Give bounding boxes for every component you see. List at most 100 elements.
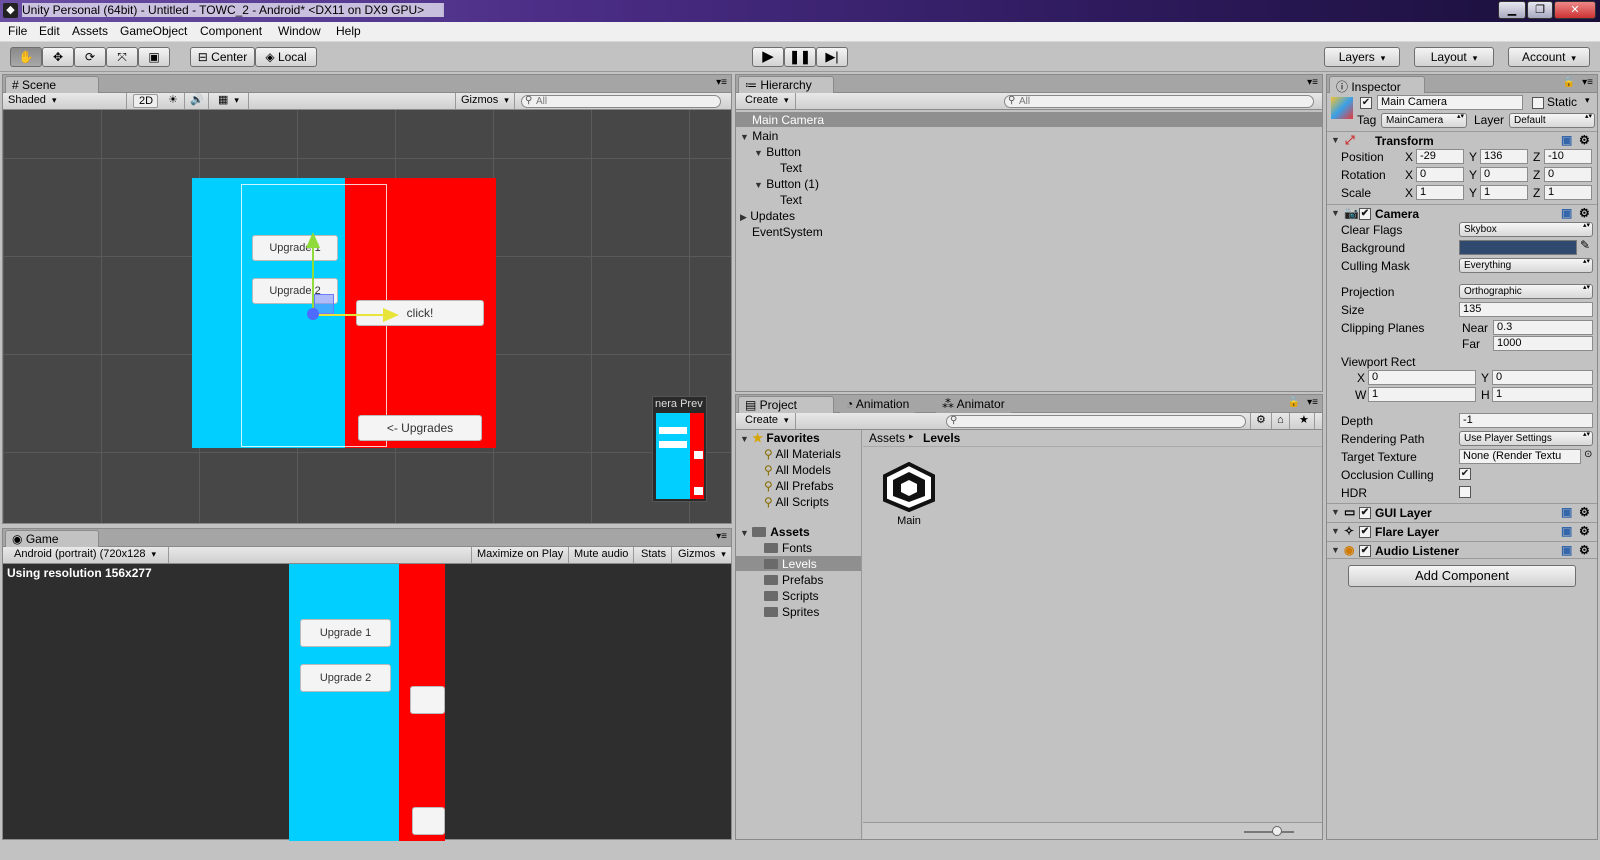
rendering-path-dropdown[interactable]: Use Player Settings [1459,431,1593,446]
position-y-field[interactable]: 136 [1480,149,1528,164]
hierarchy-item-button-1[interactable]: ▼ Button (1) [754,177,819,191]
rect-tool-icon[interactable]: ▣ [138,47,170,67]
gui-layer-checkbox[interactable]: ✔ [1359,507,1371,519]
collapse-triangle-icon[interactable]: ▶ [740,212,747,222]
scene-gizmos-dropdown[interactable]: Gizmos [455,93,515,109]
tab-animation[interactable]: ◔ Animation [840,396,916,413]
near-field[interactable]: 0.3 [1493,320,1593,335]
hdr-checkbox[interactable] [1459,486,1471,498]
scale-z-field[interactable]: 1 [1544,185,1592,200]
tab-game[interactable]: ◉ Game [5,530,99,547]
scene-upgrade1-button[interactable]: Upgrade 1 [252,235,338,261]
help-icon[interactable]: ▣ [1561,206,1572,220]
folder-prefabs[interactable]: Prefabs [764,573,823,587]
size-field[interactable]: 135 [1459,302,1593,317]
clear-flags-dropdown[interactable]: Skybox [1459,222,1593,237]
project-search-input[interactable] [946,415,1246,428]
lighting-icon[interactable]: ☀ [163,93,185,109]
zoom-slider[interactable] [1244,831,1294,833]
hierarchy-item-text[interactable]: Text [780,161,802,175]
tag-dropdown[interactable]: MainCamera [1381,113,1467,128]
inspector-menu-icon[interactable]: ▾≡ [1582,77,1593,88]
expand-triangle-icon[interactable]: ▼ [740,132,749,142]
rotation-x-field[interactable]: 0 [1416,167,1464,182]
audio-icon[interactable]: 🔊 [185,93,209,109]
inspector-lock-icon[interactable]: 🔒 [1563,77,1575,88]
background-color-field[interactable] [1459,240,1577,255]
shading-mode-dropdown[interactable]: Shaded [3,93,127,109]
maximize-button[interactable]: ❐ [1527,1,1553,19]
scene-click-button[interactable]: click! [356,300,484,326]
effects-icon[interactable]: ▦ [213,93,249,109]
rotation-y-field[interactable]: 0 [1480,167,1528,182]
assets-header[interactable]: ▼ Assets [740,525,810,539]
menu-component[interactable]: Component [200,24,262,38]
pivot-local-button[interactable]: ◈ Local [255,47,317,67]
flare-layer-header[interactable]: ▼ ✧ ✔ Flare Layer ▣ ⚙ [1327,522,1597,540]
breadcrumb-assets[interactable]: Assets [869,431,905,445]
tab-hierarchy[interactable]: ≔ Hierarchy [738,76,834,93]
help-icon[interactable]: ▣ [1561,133,1572,147]
object-name-field[interactable]: Main Camera [1377,95,1523,110]
flare-layer-checkbox[interactable]: ✔ [1359,526,1371,538]
resolution-dropdown[interactable]: Android (portrait) (720x128 [9,547,169,563]
game-panel-menu-icon[interactable]: ▾≡ [716,531,727,542]
rotate-tool-icon[interactable]: ⟳ [74,47,106,67]
settings-gear-icon[interactable]: ⚙ [1579,543,1590,557]
hierarchy-search-input[interactable]: All [1004,95,1314,108]
expand-triangle-icon[interactable]: ▼ [1331,507,1340,517]
panel-menu-icon[interactable]: ▾≡ [716,77,727,88]
viewport-h-field[interactable]: 1 [1492,387,1593,402]
settings-gear-icon[interactable]: ⚙ [1579,524,1590,538]
position-z-field[interactable]: -10 [1544,149,1592,164]
menu-window[interactable]: Window [278,24,321,38]
project-menu-icon[interactable]: ▾≡ [1307,397,1318,408]
menu-edit[interactable]: Edit [39,24,60,38]
folder-fonts[interactable]: Fonts [764,541,812,555]
help-icon[interactable]: ▣ [1561,524,1572,538]
camera-enabled-checkbox[interactable]: ✔ [1359,208,1371,220]
folder-levels[interactable]: Levels [764,557,817,571]
menu-gameobject[interactable]: GameObject [120,24,187,38]
scale-y-field[interactable]: 1 [1480,185,1528,200]
minimize-button[interactable]: ▁ [1498,1,1526,19]
occlusion-culling-checkbox[interactable]: ✔ [1459,468,1471,480]
tab-inspector[interactable]: ⓘ Inspector [1329,76,1425,94]
expand-triangle-icon[interactable]: ▼ [1331,545,1340,555]
favorites-item-all-scripts[interactable]: ⚲ All Scripts [764,495,829,509]
folder-sprites[interactable]: Sprites [764,605,819,619]
hierarchy-item-eventsystem[interactable]: EventSystem [752,225,823,239]
close-button[interactable]: ✕ [1554,1,1596,19]
tab-animator[interactable]: ⁂ Animator [936,396,1011,413]
project-create-dropdown[interactable]: Create [740,413,796,429]
hierarchy-item-button[interactable]: ▼ Button [754,145,801,159]
audio-listener-checkbox[interactable]: ✔ [1359,545,1371,557]
object-picker-icon[interactable]: ⊙ [1584,449,1592,460]
projection-dropdown[interactable]: Orthographic [1459,284,1593,299]
camera-header[interactable]: ▼ 📷 ✔ Camera ▣ ⚙ [1327,204,1597,222]
scene-search-input[interactable]: All [521,95,721,108]
active-checkbox[interactable]: ✔ [1360,97,1372,109]
expand-triangle-icon[interactable]: ▼ [740,434,749,444]
settings-gear-icon[interactable]: ⚙ [1579,133,1590,147]
filter-type-icon[interactable]: ⚙ [1250,413,1272,429]
expand-triangle-icon[interactable]: ▼ [1331,208,1340,218]
hierarchy-item-text-2[interactable]: Text [780,193,802,207]
account-dropdown[interactable]: Account [1508,47,1590,67]
asset-main[interactable]: Main [881,461,937,527]
viewport-y-field[interactable]: 0 [1492,370,1593,385]
gui-layer-header[interactable]: ▼ ▭ ✔ GUI Layer ▣ ⚙ [1327,503,1597,521]
mute-audio-toggle[interactable]: Mute audio [569,547,635,563]
favorite-star-icon[interactable]: ★ [1294,413,1315,429]
scale-tool-icon[interactable]: ⤧ [106,47,138,67]
depth-field[interactable]: -1 [1459,413,1593,428]
static-dropdown-icon[interactable]: ▾ [1585,95,1590,106]
game-upgrades-button[interactable] [412,807,445,835]
expand-triangle-icon[interactable]: ▼ [754,148,763,158]
settings-gear-icon[interactable]: ⚙ [1579,206,1590,220]
game-click-button[interactable] [410,686,445,714]
favorites-item-all-prefabs[interactable]: ⚲ All Prefabs [764,479,834,493]
game-viewport[interactable]: Using resolution 156x277 Upgrade 1 Upgra… [3,564,731,841]
gizmo-x-arrow-icon[interactable] [383,308,399,322]
viewport-w-field[interactable]: 1 [1368,387,1476,402]
